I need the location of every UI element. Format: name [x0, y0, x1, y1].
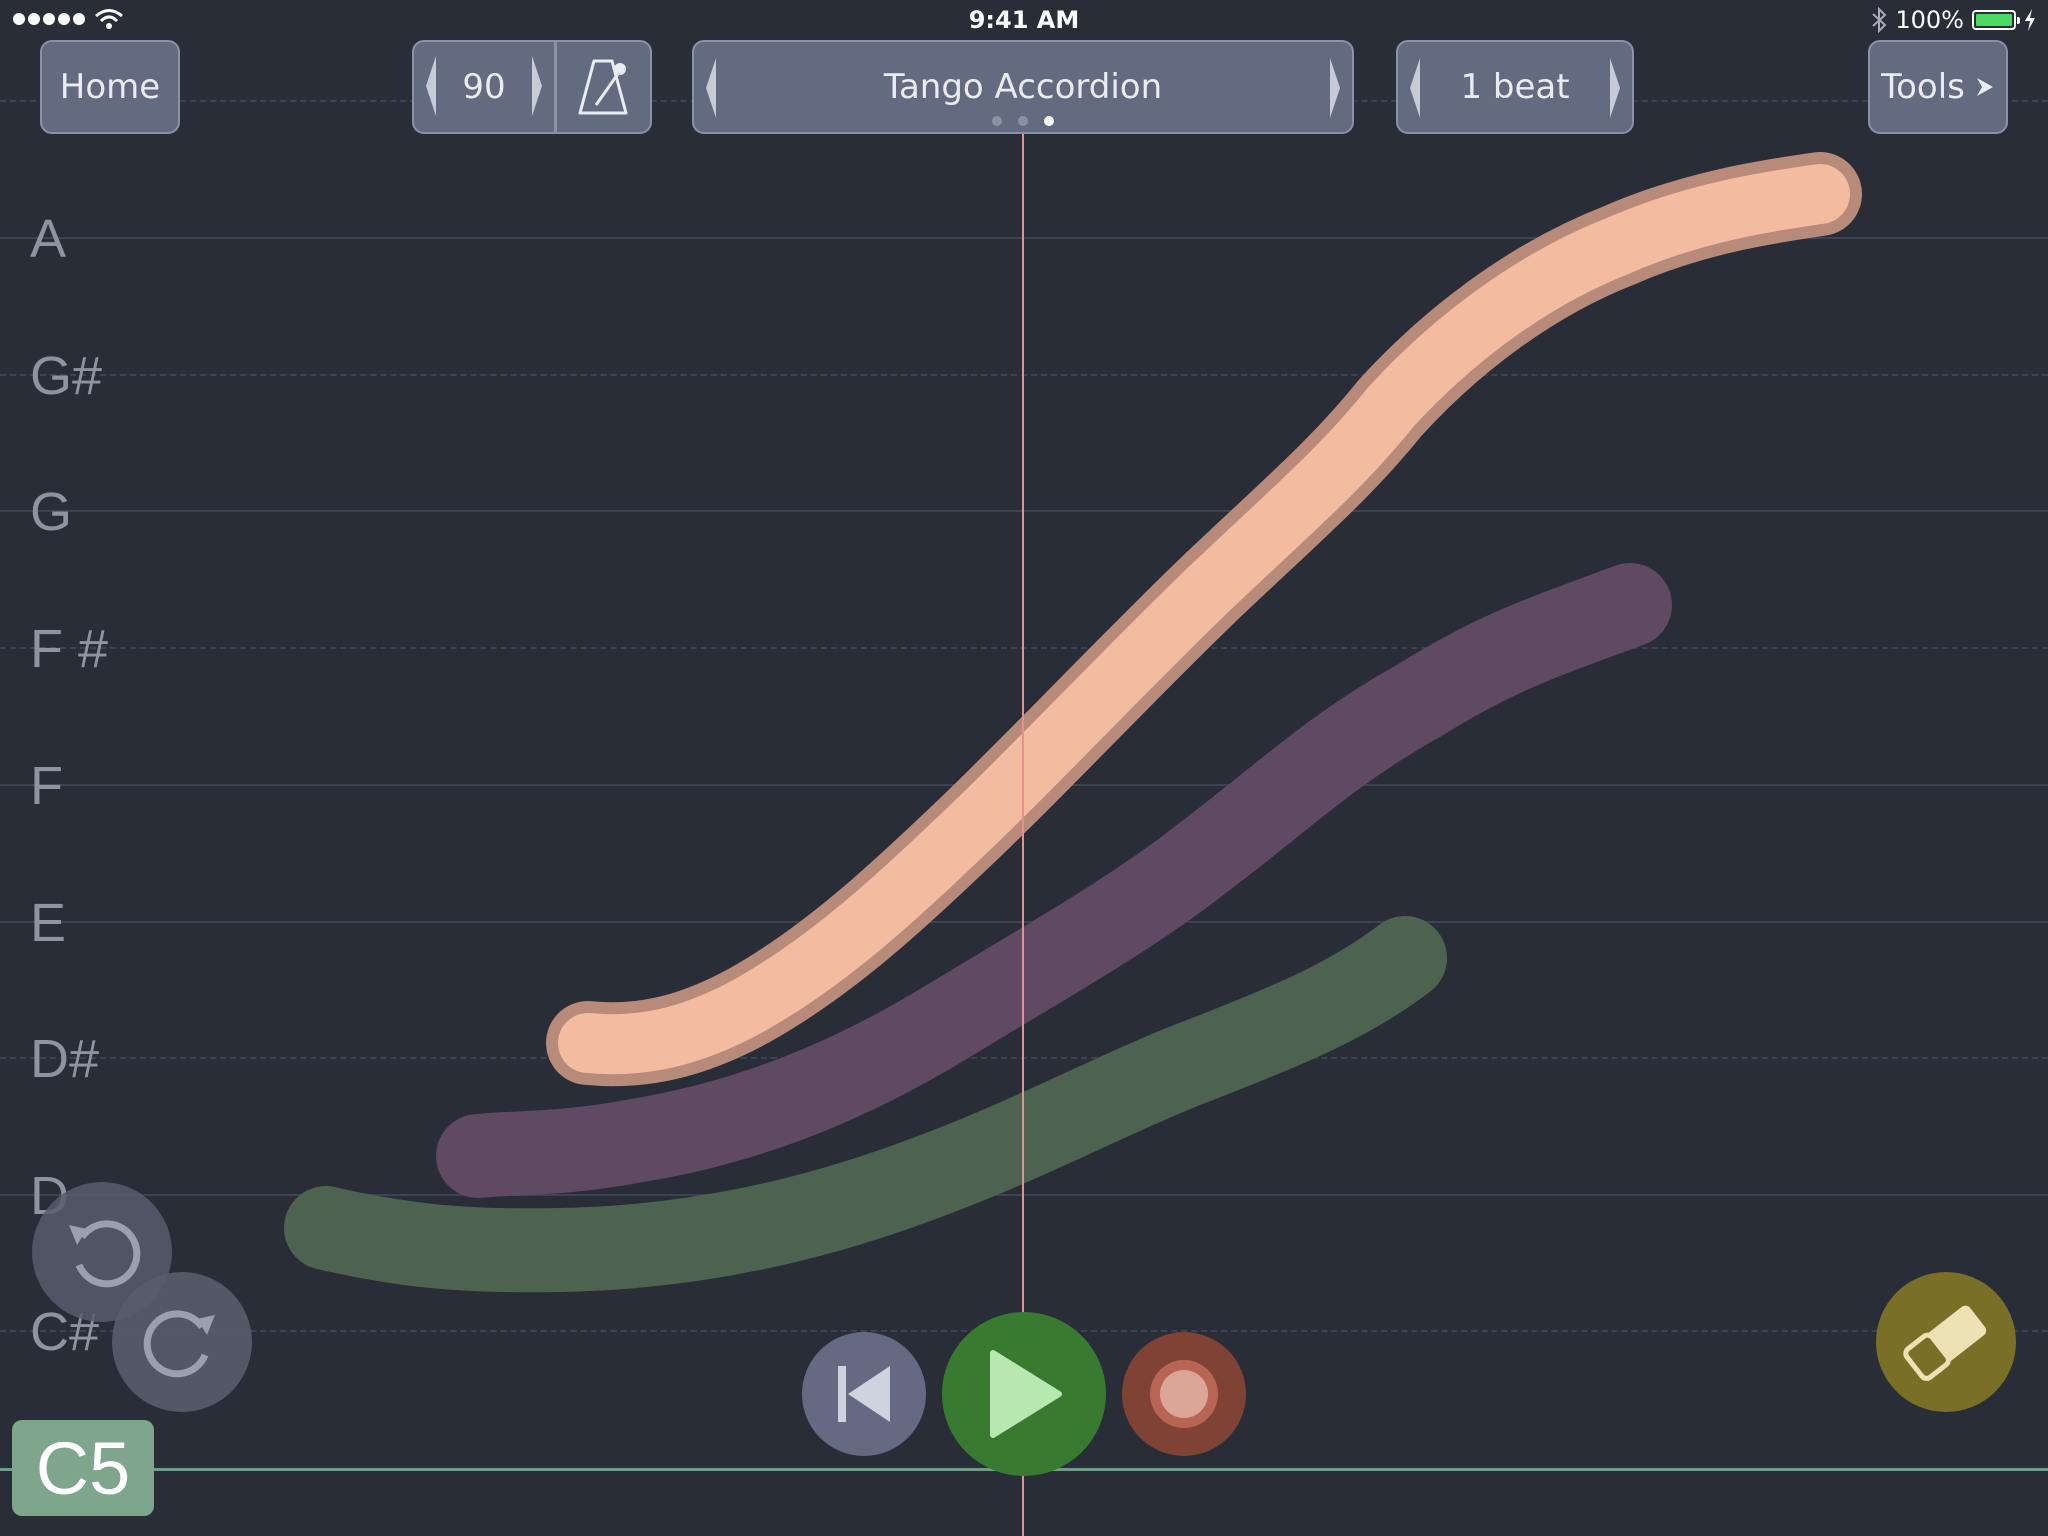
skip-back-icon — [838, 1366, 890, 1422]
play-button[interactable] — [942, 1312, 1106, 1476]
undo-icon — [69, 1220, 141, 1288]
tempo-increase-icon[interactable] — [532, 56, 542, 116]
eraser-button[interactable] — [1876, 1272, 2016, 1412]
record-button[interactable] — [1122, 1332, 1246, 1456]
redo-icon — [143, 1310, 215, 1378]
home-button-label: Home — [59, 67, 161, 107]
page-dot-active — [1044, 116, 1054, 126]
page-dot — [992, 116, 1002, 126]
beat-value: 1 beat — [1460, 67, 1570, 107]
tempo-decrease-icon[interactable] — [426, 56, 436, 116]
eraser-icon — [1903, 1305, 1987, 1381]
beat-next-icon[interactable] — [1610, 58, 1620, 118]
beat-selector[interactable]: 1 beat — [1396, 40, 1634, 134]
home-button[interactable]: Home — [40, 40, 180, 134]
beat-prev-icon[interactable] — [1410, 58, 1420, 118]
metronome-button[interactable] — [557, 40, 650, 134]
instrument-prev-icon[interactable] — [706, 58, 716, 118]
tools-button[interactable]: Tools — [1868, 40, 2008, 134]
play-icon — [990, 1350, 1062, 1438]
tools-button-label: Tools — [1881, 67, 1965, 107]
tempo-control: 90 — [412, 40, 652, 134]
instrument-next-icon[interactable] — [1330, 58, 1340, 118]
page-dot — [1018, 116, 1028, 126]
drawing-canvas[interactable] — [0, 0, 2048, 1536]
instrument-name: Tango Accordion — [883, 67, 1163, 107]
tempo-stepper[interactable]: 90 — [414, 40, 554, 134]
instrument-page-dots — [694, 116, 1352, 126]
instrument-selector[interactable]: Tango Accordion — [692, 40, 1354, 134]
rewind-button[interactable] — [802, 1332, 926, 1456]
metronome-icon — [578, 59, 628, 115]
record-icon — [1150, 1360, 1218, 1428]
redo-button[interactable] — [112, 1272, 252, 1412]
chevron-right-icon — [1976, 78, 1993, 96]
current-note-label: C5 — [12, 1420, 154, 1516]
